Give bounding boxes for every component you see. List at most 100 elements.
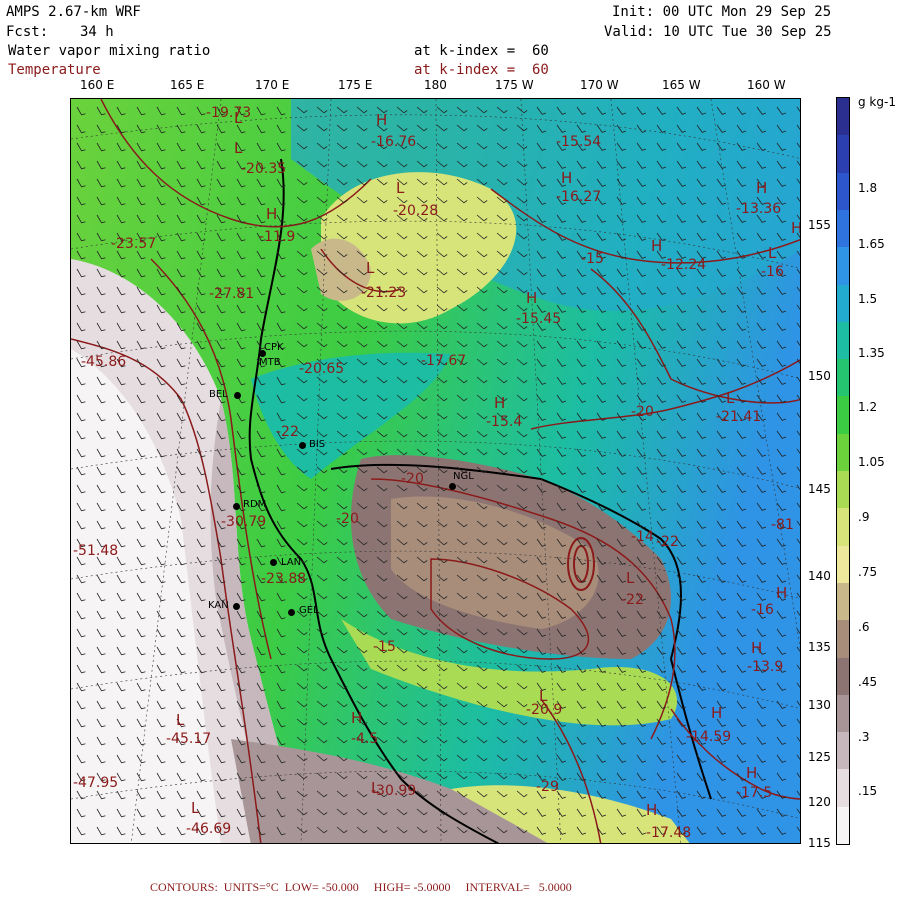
station-label: MTB <box>259 357 281 368</box>
field2-name: Temperature <box>8 62 101 78</box>
pressure-marker: L <box>234 139 243 157</box>
pressure-marker: H <box>266 205 278 223</box>
colorbar-label: .75 <box>858 565 878 579</box>
colorbar-segment <box>837 359 849 397</box>
lon-label: 175 W <box>495 78 534 92</box>
lon-label: 180 <box>424 78 447 92</box>
contour-value: -21.23 <box>361 285 407 301</box>
contour-value: -15.54 <box>556 134 602 150</box>
colorbar-label: 1.5 <box>858 292 878 306</box>
station-dot <box>270 559 277 566</box>
pressure-marker: H <box>711 704 723 722</box>
lon-label: 165 E <box>170 78 205 92</box>
contour-value: -45.86 <box>81 354 127 370</box>
pressure-marker: L <box>366 259 375 277</box>
contour-value: -30.99 <box>371 783 417 799</box>
lon-label: 170 W <box>580 78 619 92</box>
field2-level: at k-index = 60 <box>414 62 549 78</box>
contour-value: -22 <box>656 534 679 550</box>
contour-value: -15 <box>373 639 396 655</box>
pressure-marker: L <box>396 179 405 197</box>
lon-label: 175 E <box>338 78 373 92</box>
colorbar-segment <box>837 582 849 621</box>
station-label: GEL <box>299 605 319 616</box>
station-label: LAN <box>281 557 302 568</box>
contour-info-footer: CONTOURS: UNITS=°C LOW= -50.000 HIGH= -5… <box>150 880 572 894</box>
station-label: BEL <box>209 389 228 400</box>
pressure-marker: H <box>376 111 388 129</box>
colorbar-segment <box>837 321 849 360</box>
pressure-marker: H <box>651 237 663 255</box>
pressure-marker: H <box>776 584 788 602</box>
colorbar-segment <box>837 620 849 658</box>
colorbar-segment <box>837 657 849 696</box>
contour-value: -16.27 <box>556 189 602 205</box>
station-dot <box>234 392 241 399</box>
contour-value: -22 <box>621 592 644 608</box>
contour-value: -19.73 <box>206 105 252 121</box>
contour-value: -51.48 <box>73 543 119 559</box>
lat-label: 125 <box>808 750 831 764</box>
colorbar-label: .9 <box>858 510 870 524</box>
colorbar-label: .6 <box>858 620 870 634</box>
colorbar-segment <box>837 806 849 845</box>
colorbar-segment <box>837 247 849 285</box>
colorbar-label: .45 <box>858 675 878 689</box>
colorbar-units: g kg-1 <box>858 95 896 109</box>
lon-label: 160 E <box>80 78 115 92</box>
pressure-marker: L <box>626 569 635 587</box>
contour-value: -29 <box>536 779 559 795</box>
contour-value: -45.17 <box>166 731 212 747</box>
colorbar-segment <box>837 433 849 472</box>
colorbar-segment <box>837 732 849 770</box>
contour-value: -20.35 <box>241 161 287 177</box>
colorbar-segment <box>837 135 849 174</box>
contour-value: -20.28 <box>393 203 439 219</box>
colorbar-segment <box>837 508 849 547</box>
contour-value: -15 <box>581 251 604 267</box>
contour-value: -16 <box>751 602 774 618</box>
contour-value: -14 <box>631 529 654 545</box>
colorbar-segment <box>837 471 849 509</box>
colorbar-segment <box>837 769 849 808</box>
contour-value: -15.45 <box>516 311 562 327</box>
colorbar-label: 1.05 <box>858 455 885 469</box>
contour-value: -13.9 <box>747 659 784 675</box>
contour-value: -17.67 <box>421 353 467 369</box>
colorbar-segment <box>837 172 849 211</box>
contour-value: -20 <box>401 471 424 487</box>
colorbar-label: 1.2 <box>858 400 878 414</box>
contour-value: -27.81 <box>209 286 255 302</box>
contour-value: -14.59 <box>686 729 732 745</box>
colorbar-segment <box>837 98 849 136</box>
contour-value: -30.79 <box>221 514 267 530</box>
init-time: Init: 00 UTC Mon 29 Sep 25 <box>612 4 832 20</box>
pressure-marker: H <box>494 394 506 412</box>
contour-value: -12.24 <box>661 257 707 273</box>
pressure-marker: H <box>526 289 538 307</box>
pressure-marker: H <box>746 764 758 782</box>
station-dot <box>299 442 306 449</box>
contour-value: -22 <box>276 424 299 440</box>
colorbar <box>836 97 850 845</box>
pressure-marker: H <box>561 169 573 187</box>
lat-label: 140 <box>808 569 831 583</box>
contour-value: -47.95 <box>73 775 119 791</box>
colorbar-label: 1.65 <box>858 237 885 251</box>
contour-value: -11.9 <box>259 229 296 245</box>
colorbar-label: 1.8 <box>858 181 878 195</box>
contour-value: -17.5 <box>736 785 773 801</box>
colorbar-segment <box>837 396 849 435</box>
pressure-marker: L <box>726 389 735 407</box>
pressure-marker: H <box>751 639 763 657</box>
colorbar-label: .3 <box>858 730 870 744</box>
station-label: BIS <box>309 439 326 450</box>
contour-value: -20 <box>631 404 654 420</box>
lon-label: 170 E <box>255 78 290 92</box>
lat-label: 120 <box>808 795 831 809</box>
lon-label: 160 W <box>747 78 786 92</box>
field1-name: Water vapor mixing ratio <box>8 43 211 59</box>
model-title: AMPS 2.67-km WRF <box>6 4 141 20</box>
forecast-label: Fcst: <box>6 24 49 40</box>
pressure-marker: L <box>176 711 185 729</box>
